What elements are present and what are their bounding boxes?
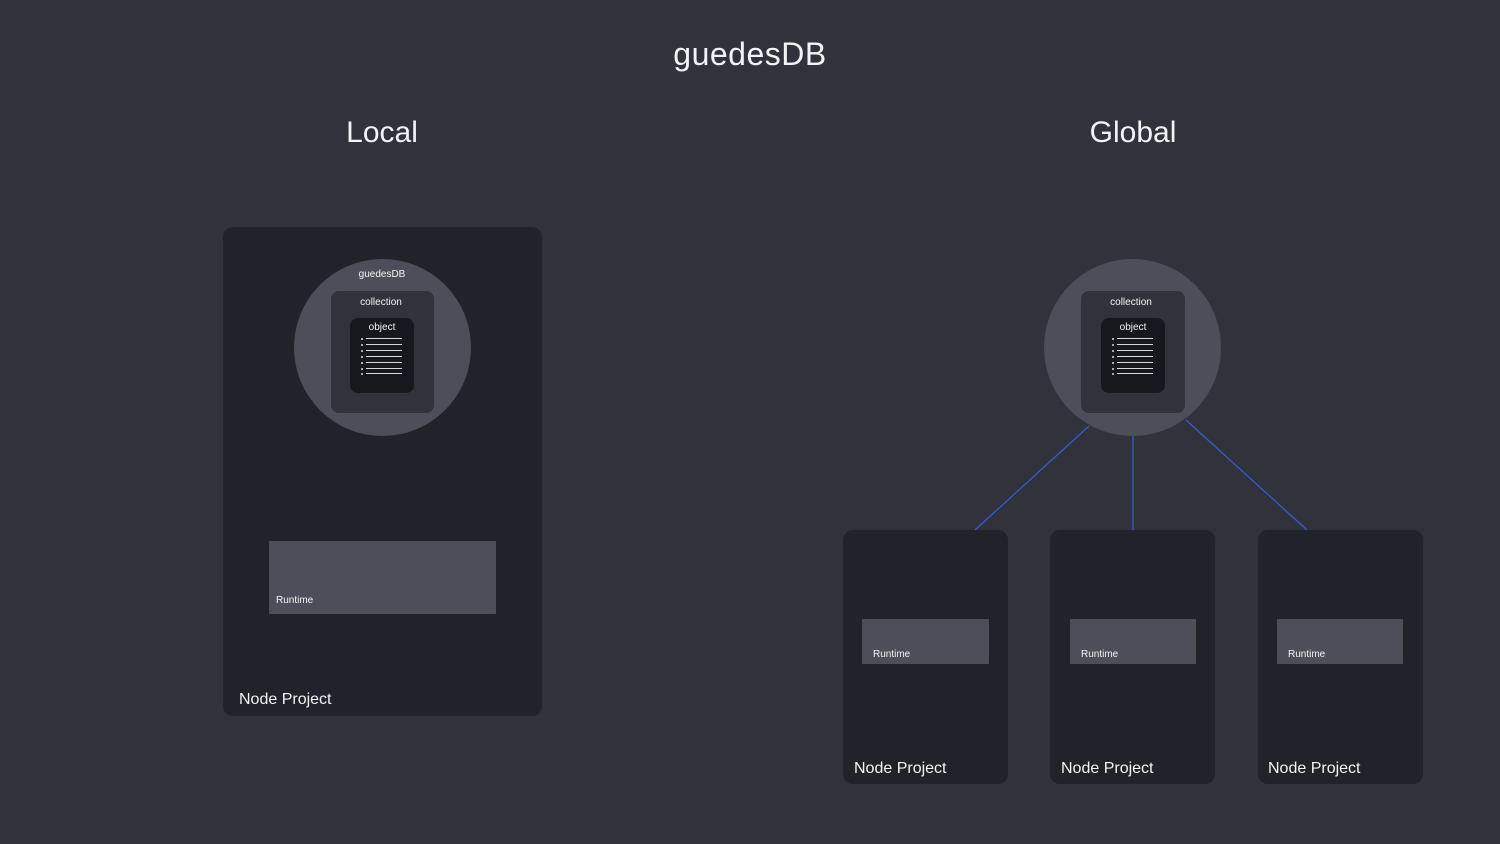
local-runtime-label: Runtime xyxy=(276,595,314,606)
global-project-label-3: Node Project xyxy=(1268,760,1361,777)
local-db-label: guedesDB xyxy=(358,269,406,280)
global-document-icon xyxy=(1112,338,1154,378)
global-object-label: object xyxy=(1119,322,1147,333)
global-heading: Global xyxy=(1089,116,1177,149)
page-title: guedesDB xyxy=(673,36,827,72)
global-runtime-label-1: Runtime xyxy=(873,649,911,660)
global-project-label-1: Node Project xyxy=(854,760,947,777)
local-heading: Local xyxy=(346,116,418,149)
global-runtime-label-3: Runtime xyxy=(1288,649,1326,660)
local-document-icon xyxy=(361,338,403,378)
global-runtime-label-2: Runtime xyxy=(1081,649,1119,660)
global-connector-left xyxy=(974,425,1090,531)
local-collection-label: collection xyxy=(360,297,402,308)
global-project-label-2: Node Project xyxy=(1061,760,1154,777)
local-object-label: object xyxy=(368,322,396,333)
local-project-label: Node Project xyxy=(239,691,332,708)
global-connector-right xyxy=(1185,419,1308,531)
global-collection-label: collection xyxy=(1110,297,1152,308)
